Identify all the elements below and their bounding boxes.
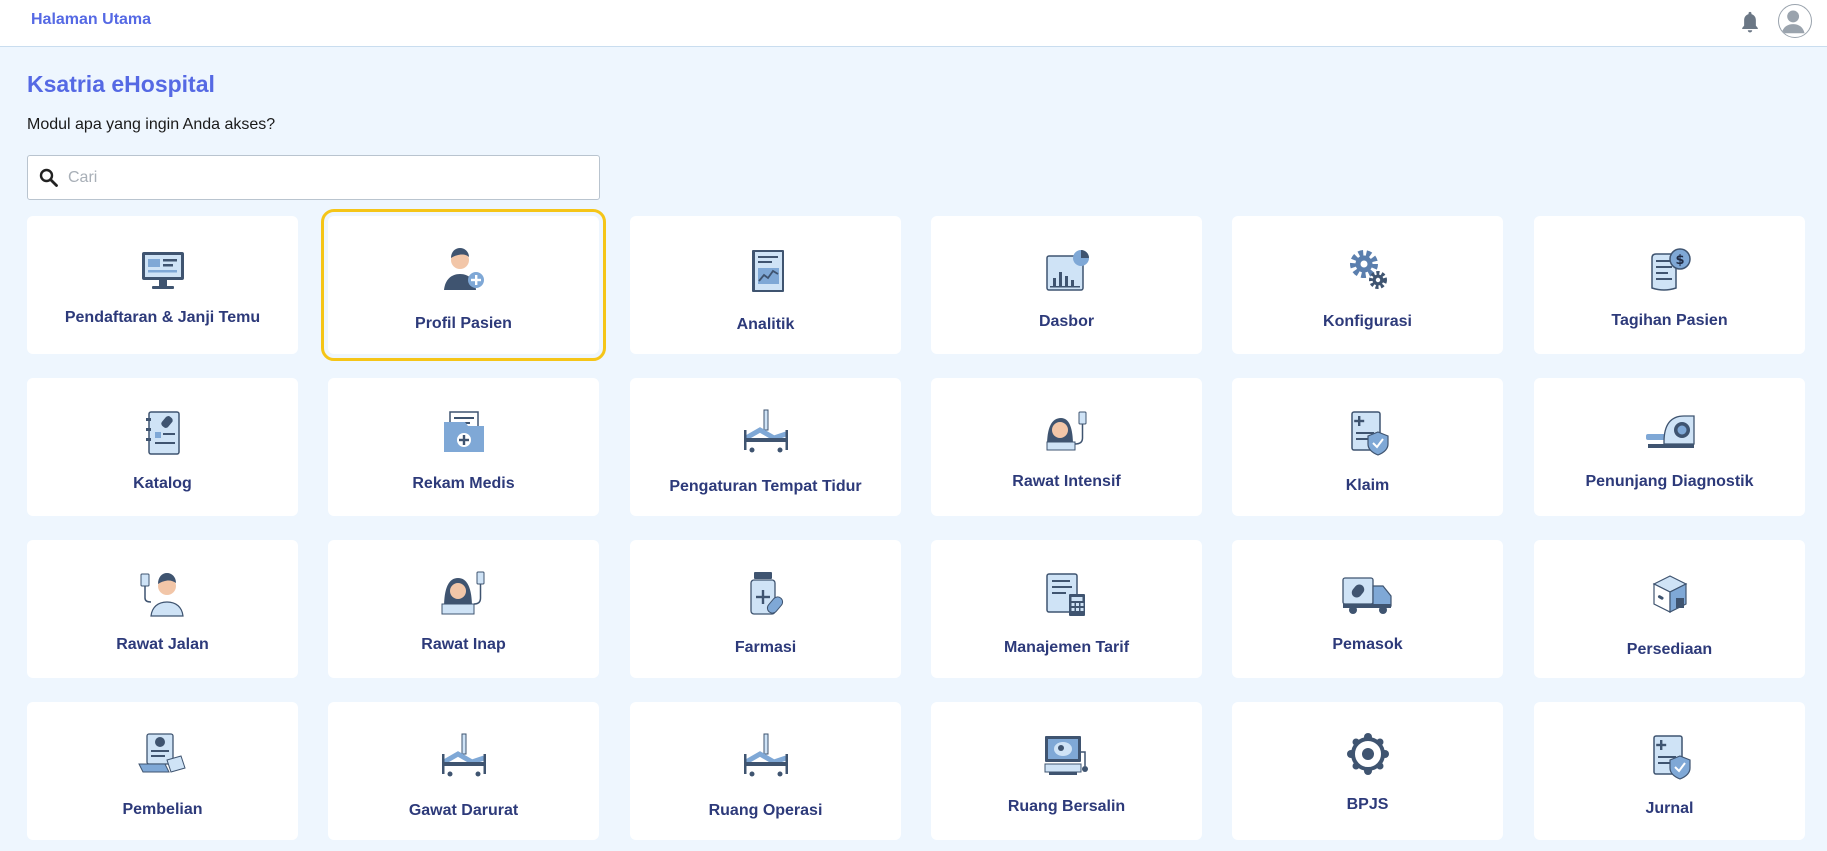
home-link[interactable]: Halaman Utama — [31, 11, 151, 29]
tariff-calculator-icon — [1046, 573, 1085, 616]
operating-bed-icon — [744, 733, 788, 777]
module-label: Profil Pasien — [415, 315, 512, 332]
invoice-dollar-icon: $ — [1651, 248, 1691, 291]
module-label: Farmasi — [734, 639, 797, 656]
module-jurnal[interactable]: Jurnal — [1534, 702, 1805, 840]
module-label: Rawat Jalan — [116, 636, 209, 653]
gears-icon — [1350, 250, 1387, 289]
svg-text:$: $ — [1675, 253, 1684, 268]
maternity-monitor-icon — [1044, 736, 1088, 775]
medical-folder-icon — [444, 411, 484, 452]
module-label: Tagihan Pasien — [1611, 312, 1728, 329]
module-label: Rawat Intensif — [1012, 473, 1121, 490]
module-label: Konfigurasi — [1323, 313, 1412, 330]
module-gawat-darurat[interactable]: Gawat Darurat — [328, 702, 599, 840]
registration-monitor-icon — [142, 252, 184, 289]
module-konfigurasi[interactable]: Konfigurasi — [1232, 216, 1503, 354]
module-rawat-jalan[interactable]: Rawat Jalan — [27, 540, 298, 678]
module-pendaftaran[interactable]: Pendaftaran & Janji Temu — [27, 216, 298, 354]
module-label: BPJS — [1346, 796, 1389, 813]
page-title: Ksatria eHospital — [27, 71, 215, 97]
emergency-bed-icon — [442, 733, 486, 777]
patient-profile-icon — [444, 248, 484, 290]
module-label: Persediaan — [1626, 641, 1713, 658]
search-box[interactable] — [27, 155, 600, 200]
module-rawat-intensif[interactable]: Rawat Intensif — [931, 378, 1202, 516]
user-icon — [1781, 10, 1805, 34]
module-farmasi[interactable]: Farmasi — [630, 540, 901, 678]
module-label: Manajemen Tarif — [1003, 639, 1130, 656]
module-rawat-inap[interactable]: Rawat Inap — [328, 540, 599, 678]
intensive-care-icon — [1046, 411, 1087, 451]
module-label: Ruang Bersalin — [1007, 798, 1126, 815]
module-label: Klaim — [1345, 477, 1390, 494]
supplier-truck-icon — [1342, 577, 1392, 614]
module-dasbor[interactable]: Dasbor — [931, 216, 1202, 354]
inpatient-icon — [441, 571, 485, 615]
module-analitik[interactable]: Analitik — [630, 216, 901, 354]
module-pemasok[interactable]: Pemasok — [1232, 540, 1503, 678]
claim-shield-icon — [1351, 411, 1389, 456]
module-label: Gawat Darurat — [408, 802, 519, 819]
module-penunjang-diagnostik[interactable]: Penunjang Diagnostik — [1534, 378, 1805, 516]
bell-icon[interactable] — [1739, 10, 1761, 34]
pharmacy-icon — [750, 572, 784, 615]
module-klaim[interactable]: Klaim — [1232, 378, 1503, 516]
module-label: Ruang Operasi — [708, 802, 823, 819]
module-pembelian[interactable]: Pembelian — [27, 702, 298, 840]
journal-shield-icon — [1653, 735, 1691, 780]
module-label: Pembelian — [122, 801, 203, 818]
ct-scanner-icon — [1646, 415, 1695, 448]
module-bpjs[interactable]: BPJS — [1232, 702, 1503, 840]
module-label: Pengaturan Tempat Tidur — [669, 478, 862, 495]
user-avatar[interactable] — [1778, 4, 1812, 38]
module-rekam-medis[interactable]: Rekam Medis — [328, 378, 599, 516]
module-label: Dasbor — [1038, 313, 1095, 330]
page-subtitle: Modul apa yang ingin Anda akses? — [27, 116, 276, 133]
module-katalog[interactable]: Katalog — [27, 378, 298, 516]
dashboard-chart-icon — [1046, 250, 1089, 291]
module-ruang-bersalin[interactable]: Ruang Bersalin — [931, 702, 1202, 840]
module-label: Rawat Inap — [421, 636, 506, 653]
search-icon — [39, 168, 58, 187]
inventory-boxes-icon — [1652, 575, 1688, 613]
module-manajemen-tarif[interactable]: Manajemen Tarif — [931, 540, 1202, 678]
module-persediaan[interactable]: Persediaan — [1534, 540, 1805, 678]
bpjs-logo-icon — [1347, 733, 1389, 775]
hospital-bed-icon — [744, 409, 788, 453]
module-profil-pasien[interactable]: Profil Pasien — [321, 209, 606, 361]
search-input[interactable] — [68, 157, 588, 198]
module-tagihan-pasien[interactable]: $ Tagihan Pasien — [1534, 216, 1805, 354]
purchase-icon — [138, 733, 186, 773]
module-label: Pendaftaran & Janji Temu — [64, 309, 261, 326]
module-pengaturan-tempat-tidur[interactable]: Pengaturan Tempat Tidur — [630, 378, 901, 516]
outpatient-icon — [140, 573, 184, 617]
top-bar: Halaman Utama — [0, 0, 1827, 47]
module-label: Jurnal — [1645, 800, 1694, 817]
analytics-book-icon — [752, 250, 784, 292]
module-label: Pemasok — [1332, 636, 1403, 653]
module-label: Analitik — [736, 316, 795, 333]
module-label: Katalog — [133, 475, 192, 492]
module-ruang-operasi[interactable]: Ruang Operasi — [630, 702, 901, 840]
catalog-icon — [146, 411, 180, 455]
module-label: Rekam Medis — [412, 475, 515, 492]
module-label: Penunjang Diagnostik — [1585, 473, 1754, 490]
